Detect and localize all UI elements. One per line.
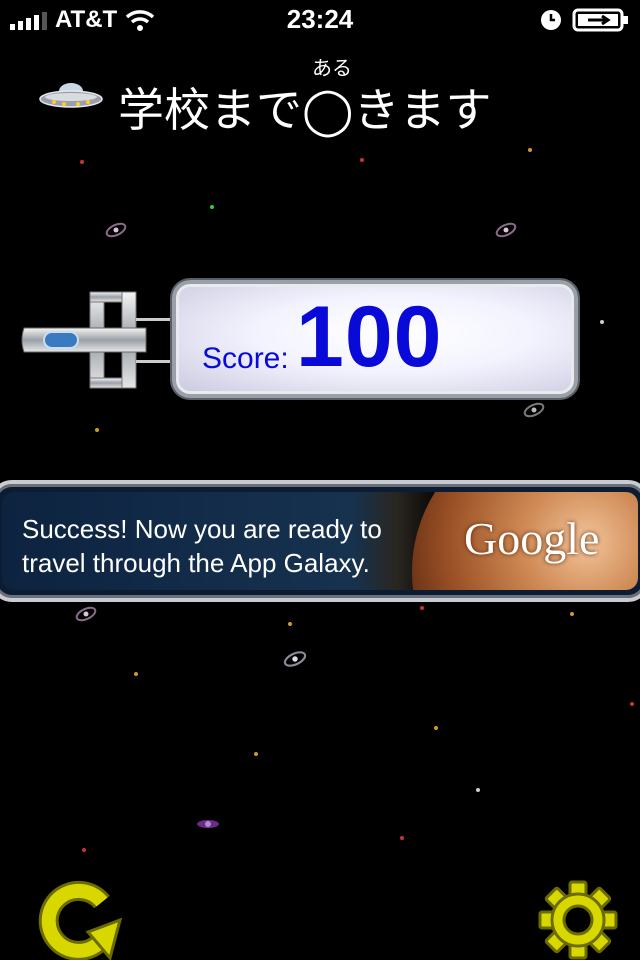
star — [434, 726, 438, 730]
star — [288, 622, 292, 626]
retry-button[interactable] — [38, 880, 124, 960]
rocket-icon — [21, 291, 176, 389]
status-right — [540, 6, 630, 34]
star — [476, 788, 480, 792]
star — [528, 148, 532, 152]
star — [570, 612, 574, 616]
ad-brand-logo: Google — [464, 513, 600, 564]
star — [420, 606, 424, 610]
galaxy-icon — [523, 402, 545, 418]
star — [630, 702, 634, 706]
ad-banner[interactable]: Success! Now you are ready to travel thr… — [0, 480, 640, 602]
retry-arrow-icon — [38, 880, 123, 960]
galaxy-icon — [105, 222, 127, 238]
star — [95, 428, 99, 432]
ad-message: Success! Now you are ready to travel thr… — [22, 514, 382, 578]
star — [254, 752, 258, 756]
clock-icon — [541, 10, 561, 30]
score-panel: Score: 100 — [172, 280, 578, 398]
galaxy-icon — [197, 820, 219, 828]
star — [360, 158, 364, 162]
galaxy-icon — [75, 606, 97, 622]
star — [600, 320, 604, 324]
status-bar: AT&T 23:24 — [0, 0, 640, 40]
settings-button[interactable] — [538, 880, 618, 960]
star — [400, 836, 404, 840]
star — [210, 205, 214, 209]
galaxy-icon — [283, 651, 307, 667]
star — [80, 160, 84, 164]
ad-inner[interactable]: Success! Now you are ready to travel thr… — [2, 492, 638, 590]
score-value: 100 — [296, 289, 443, 385]
question-text: 学校まで◯きます — [118, 83, 492, 137]
battery-charging-icon — [572, 8, 628, 32]
ufo-icon — [39, 83, 103, 108]
galaxy-icon — [495, 222, 517, 238]
star — [82, 848, 86, 852]
score-label: Score: — [202, 342, 289, 375]
star — [134, 672, 138, 676]
gear-icon — [538, 880, 618, 960]
furigana: ある — [312, 56, 352, 80]
